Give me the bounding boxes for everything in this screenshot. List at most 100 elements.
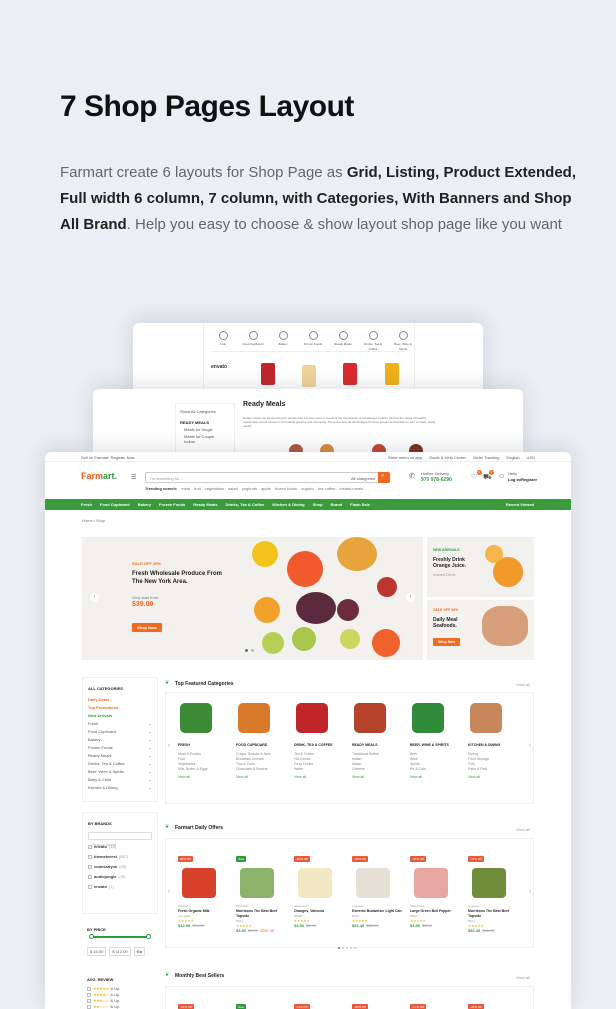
sidebar-category-item[interactable]: Food Cupboard ⌄ — [88, 729, 152, 734]
sidebar-category-item[interactable]: Drinks, Tea & Coffee ⌄ — [88, 761, 152, 766]
sidebar-category-item[interactable]: Beer, Wine & Spirits ⌄ — [88, 769, 152, 774]
nav-item[interactable]: Fresh — [81, 502, 92, 507]
checkbox[interactable] — [87, 986, 91, 991]
login-register-link[interactable]: Log in/Register — [508, 477, 537, 482]
trending-tag[interactable]: frozen foods — [275, 486, 297, 491]
featured-category-card[interactable]: BEER, WINE & SPIRITS Beer Wine Spirits Rs & … — [410, 703, 464, 780]
view-all-link[interactable]: View all — [178, 775, 232, 780]
product-card[interactable]: -12% Off — [410, 995, 464, 1009]
category-tile[interactable]: Drinks, Tea & Coffee — [361, 331, 385, 352]
brand-checkbox-item[interactable]: envato (19) — [88, 844, 152, 849]
featured-category-card[interactable]: FOOD CUPBOARD Crisps, Snacks & Nuts Breakf… — [236, 703, 290, 780]
brand-checkbox-item[interactable]: audiojungle (75) — [88, 874, 152, 879]
product-card[interactable]: 20% Off Farmart Fresh Organic Milk 4 pt pac… — [178, 847, 232, 928]
subcategory-link[interactable]: Water — [294, 767, 348, 772]
subcategory-link[interactable]: Pans & Pots — [468, 767, 522, 772]
nav-item[interactable]: Flash Sale — [350, 502, 370, 507]
price-min-input[interactable]: $ 15.00 — [87, 947, 107, 956]
prev-arrow-icon[interactable]: ‹ — [168, 743, 170, 749]
view-all-link[interactable]: View all — [352, 775, 406, 780]
topbar-link[interactable]: Order Tracking — [473, 455, 499, 460]
product-card[interactable]: New — [236, 995, 290, 1009]
subcategory-link[interactable]: Chinese — [352, 767, 406, 772]
search-button[interactable]: ⌕ — [378, 472, 390, 483]
featured-category-card[interactable]: READY MEALS Traditional British Indian Ital… — [352, 703, 406, 780]
category-tile[interactable]: Food Cupboard — [241, 331, 265, 352]
sidebar-category-item[interactable]: Frozen Foods ⌄ — [88, 745, 152, 750]
view-all-link[interactable]: View all — [516, 827, 530, 832]
product-card[interactable]: -22% Off — [352, 995, 406, 1009]
language-select[interactable]: English — [506, 455, 519, 460]
sidebar-highlight-item[interactable]: Top Promotions — [88, 705, 152, 710]
trending-tag[interactable]: fruit — [194, 486, 201, 491]
checkbox[interactable] — [88, 854, 92, 859]
trending-tag[interactable]: apple — [261, 486, 271, 491]
search-input[interactable]: I'm searching for... — [150, 476, 183, 481]
product-card[interactable]: -45% Off — [468, 995, 522, 1009]
subcategory-link[interactable]: Milk, Butter & Eggs — [178, 767, 232, 772]
nav-item[interactable]: Drinks, Tea & Coffee — [226, 502, 265, 507]
carousel-dots[interactable] — [338, 947, 356, 949]
product-card[interactable]: -22% Off Logovue Extreme Budweiser Light C… — [352, 847, 406, 928]
price-go-button[interactable]: Go — [133, 947, 146, 956]
topbar-link[interactable]: Store menu on app — [388, 455, 422, 460]
view-all-link[interactable]: View all — [468, 775, 522, 780]
review-filter-row[interactable]: ★★☆☆☆ & Up — [87, 1004, 153, 1009]
brand-checkbox-item[interactable]: themeforest (567) — [88, 854, 152, 859]
currency-select[interactable]: USD — [527, 455, 535, 460]
review-filter-row[interactable]: ★★★★★ & Up — [87, 986, 153, 991]
subcategory-link[interactable]: Chocolate & Sweets — [236, 767, 290, 772]
sidebar-highlight-item[interactable]: New Arrivals — [88, 713, 152, 718]
banner-shop-now-button[interactable]: Shop Now — [433, 638, 461, 646]
mini-sidebar-item[interactable]: Indian — [184, 439, 226, 444]
farmart-logo[interactable]: Farmart. — [81, 471, 117, 481]
product-card[interactable]: New Pinterest Morrisons The Best Beef Tops… — [236, 847, 290, 933]
category-tile[interactable]: Ready Meals — [331, 331, 355, 352]
brand-checkbox-item[interactable]: envato (7) — [88, 884, 152, 889]
checkbox[interactable] — [88, 884, 92, 889]
sidebar-category-item[interactable]: Baby & Child ⌄ — [88, 777, 152, 782]
product-card[interactable]: -10% Off Alisa Farm Oranges, Valencia 6000m… — [294, 847, 348, 928]
nav-item[interactable]: Bakery — [138, 502, 151, 507]
user-icon[interactable]: ☺ — [498, 473, 505, 480]
featured-category-card[interactable]: FRESH Meat & Poultry Fruit Vegetables Milk, … — [178, 703, 232, 780]
recent-viewed-menu[interactable]: Recent Viewed — [506, 502, 534, 507]
checkbox[interactable] — [87, 998, 91, 1003]
trending-tag[interactable]: salad — [228, 486, 238, 491]
price-slider[interactable] — [89, 934, 151, 939]
sidebar-category-item[interactable]: Kitchen & Dining ⌄ — [88, 785, 152, 790]
product-name[interactable]: Morrisons The Best Beef Topside — [236, 909, 290, 919]
category-tile[interactable]: Fruit — [211, 331, 235, 352]
checkbox[interactable] — [87, 1004, 91, 1009]
trending-tag[interactable]: meat — [181, 486, 190, 491]
topbar-link[interactable]: Guide & Help Center — [429, 455, 466, 460]
subcategory-link[interactable]: Rs & Cold — [410, 767, 464, 772]
product-card[interactable]: -45% Off Alisa Farm Large Green Bell Peppe… — [410, 847, 464, 928]
menu-icon[interactable]: ☰ — [131, 474, 136, 481]
featured-category-card[interactable]: KITCHEN & DINING Dining Food Storage Pots Pa… — [468, 703, 522, 780]
sidebar-category-item[interactable]: Ready Meals ⌄ — [88, 753, 152, 758]
view-all-link[interactable]: View all — [236, 775, 290, 780]
review-filter-row[interactable]: ★★★☆☆ & Up — [87, 998, 153, 1003]
hero-prev-arrow[interactable]: ‹ — [90, 593, 99, 602]
view-all-link[interactable]: View all — [294, 775, 348, 780]
product-card[interactable]: -45% Off — [178, 995, 232, 1009]
product-card[interactable]: -11% Off — [294, 995, 348, 1009]
slider-handle[interactable] — [146, 934, 151, 939]
view-all-link[interactable]: View all — [516, 975, 530, 980]
prev-arrow-icon[interactable]: ‹ — [168, 889, 170, 895]
trending-tag[interactable]: instant meals — [340, 486, 364, 491]
sidebar-category-item[interactable]: Bakery ⌄ — [88, 737, 152, 742]
brand-checkbox-item[interactable]: codecanyon (40) — [88, 864, 152, 869]
nav-item[interactable]: Brand — [331, 502, 343, 507]
product-card[interactable]: -32% Off Logovue Morrisons The Best Beef T… — [468, 847, 522, 933]
hero-shop-now-button[interactable]: Shop Now — [132, 623, 162, 632]
nav-item[interactable]: Ready Meals — [193, 502, 217, 507]
review-filter-row[interactable]: ★★★★☆ & Up — [87, 992, 153, 997]
featured-category-card[interactable]: DRINK, TEA & COFFEE Tea & Coffee Hot Drink… — [294, 703, 348, 780]
next-arrow-icon[interactable]: › — [529, 889, 531, 895]
product-name[interactable]: Extreme Budweiser Light Can — [352, 909, 406, 914]
hero-next-arrow[interactable]: › — [406, 593, 415, 602]
trending-tag[interactable]: tea coffee — [318, 486, 336, 491]
view-all-link[interactable]: View all — [410, 775, 464, 780]
